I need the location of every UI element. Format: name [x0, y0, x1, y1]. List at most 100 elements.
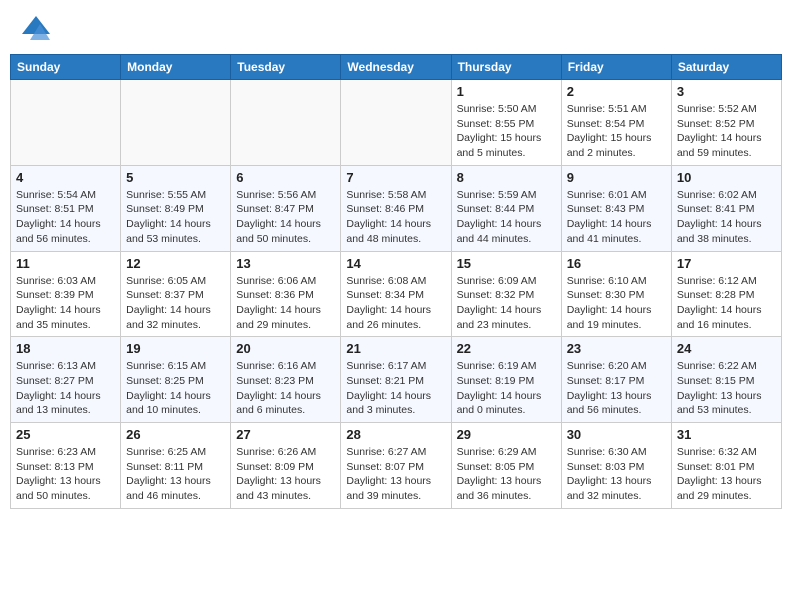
day-info: Sunrise: 6:17 AM Sunset: 8:21 PM Dayligh… [346, 359, 445, 418]
day-number: 23 [567, 341, 666, 356]
day-info: Sunrise: 6:32 AM Sunset: 8:01 PM Dayligh… [677, 445, 776, 504]
empty-day [341, 80, 451, 166]
calendar-day-25: 25 Sunrise: 6:23 AM Sunset: 8:13 PM Dayli… [11, 423, 121, 509]
day-info: Sunrise: 6:16 AM Sunset: 8:23 PM Dayligh… [236, 359, 335, 418]
calendar-day-23: 23Sunrise: 6:20 AM Sunset: 8:17 PM Dayli… [561, 337, 671, 423]
calendar-day-21: 21 Sunrise: 6:17 AM Sunset: 8:21 PM Dayli… [341, 337, 451, 423]
empty-day [121, 80, 231, 166]
day-info: Sunrise: 6:25 AM Sunset: 8:11 PM Dayligh… [126, 445, 225, 504]
day-number: 7 [346, 170, 445, 185]
day-number: 30 [567, 427, 666, 442]
calendar-day-6: 6 Sunrise: 5:56 AM Sunset: 8:47 PM Daylig… [231, 165, 341, 251]
calendar-day-13: 13 Sunrise: 6:06 AM Sunset: 8:36 PM Dayli… [231, 251, 341, 337]
calendar-header-row: SundayMondayTuesdayWednesdayThursdayFrid… [11, 55, 782, 80]
day-info: Sunrise: 5:51 AM Sunset: 8:54 PM Dayligh… [567, 102, 666, 161]
calendar-day-28: 28Sunrise: 6:27 AM Sunset: 8:07 PM Dayli… [341, 423, 451, 509]
day-header-tuesday: Tuesday [231, 55, 341, 80]
day-info: Sunrise: 6:13 AM Sunset: 8:27 PM Dayligh… [16, 359, 115, 418]
day-info: Sunrise: 6:22 AM Sunset: 8:15 PM Dayligh… [677, 359, 776, 418]
day-number: 2 [567, 84, 666, 99]
day-number: 19 [126, 341, 225, 356]
calendar-day-16: 16 Sunrise: 6:10 AM Sunset: 8:30 PM Dayli… [561, 251, 671, 337]
day-number: 26 [126, 427, 225, 442]
day-info: Sunrise: 5:56 AM Sunset: 8:47 PM Dayligh… [236, 188, 335, 247]
day-header-wednesday: Wednesday [341, 55, 451, 80]
calendar-day-11: 11 Sunrise: 6:03 AM Sunset: 8:39 PM Dayli… [11, 251, 121, 337]
day-info: Sunrise: 6:23 AM Sunset: 8:13 PM Dayligh… [16, 445, 115, 504]
calendar-day-31: 31 Sunrise: 6:32 AM Sunset: 8:01 PM Dayli… [671, 423, 781, 509]
calendar-day-15: 15Sunrise: 6:09 AM Sunset: 8:32 PM Dayli… [451, 251, 561, 337]
calendar-week-1: 1 Sunrise: 5:50 AM Sunset: 8:55 PM Daylig… [11, 80, 782, 166]
day-number: 24 [677, 341, 776, 356]
day-number: 14 [346, 256, 445, 271]
calendar-week-3: 11 Sunrise: 6:03 AM Sunset: 8:39 PM Dayli… [11, 251, 782, 337]
day-number: 21 [346, 341, 445, 356]
day-info: Sunrise: 6:26 AM Sunset: 8:09 PM Dayligh… [236, 445, 335, 504]
day-header-monday: Monday [121, 55, 231, 80]
calendar-day-19: 19 Sunrise: 6:15 AM Sunset: 8:25 PM Dayli… [121, 337, 231, 423]
day-number: 9 [567, 170, 666, 185]
calendar-day-17: 17 Sunrise: 6:12 AM Sunset: 8:28 PM Dayli… [671, 251, 781, 337]
day-number: 1 [457, 84, 556, 99]
day-info: Sunrise: 6:10 AM Sunset: 8:30 PM Dayligh… [567, 274, 666, 333]
calendar-day-3: 3 Sunrise: 5:52 AM Sunset: 8:52 PM Daylig… [671, 80, 781, 166]
day-number: 17 [677, 256, 776, 271]
calendar-day-27: 27 Sunrise: 6:26 AM Sunset: 8:09 PM Dayli… [231, 423, 341, 509]
calendar-day-7: 7 Sunrise: 5:58 AM Sunset: 8:46 PM Daylig… [341, 165, 451, 251]
day-info: Sunrise: 6:27 AM Sunset: 8:07 PM Dayligh… [346, 445, 445, 504]
calendar-day-18: 18 Sunrise: 6:13 AM Sunset: 8:27 PM Dayli… [11, 337, 121, 423]
day-info: Sunrise: 6:12 AM Sunset: 8:28 PM Dayligh… [677, 274, 776, 333]
day-info: Sunrise: 5:52 AM Sunset: 8:52 PM Dayligh… [677, 102, 776, 161]
day-header-saturday: Saturday [671, 55, 781, 80]
day-info: Sunrise: 6:15 AM Sunset: 8:25 PM Dayligh… [126, 359, 225, 418]
calendar-table: SundayMondayTuesdayWednesdayThursdayFrid… [10, 54, 782, 509]
day-info: Sunrise: 5:59 AM Sunset: 8:44 PM Dayligh… [457, 188, 556, 247]
day-number: 16 [567, 256, 666, 271]
day-number: 3 [677, 84, 776, 99]
calendar-day-4: 4 Sunrise: 5:54 AM Sunset: 8:51 PM Daylig… [11, 165, 121, 251]
page-header [10, 10, 782, 46]
day-info: Sunrise: 5:55 AM Sunset: 8:49 PM Dayligh… [126, 188, 225, 247]
day-number: 10 [677, 170, 776, 185]
calendar-week-2: 4 Sunrise: 5:54 AM Sunset: 8:51 PM Daylig… [11, 165, 782, 251]
day-number: 27 [236, 427, 335, 442]
day-info: Sunrise: 6:29 AM Sunset: 8:05 PM Dayligh… [457, 445, 556, 504]
day-info: Sunrise: 6:30 AM Sunset: 8:03 PM Dayligh… [567, 445, 666, 504]
day-number: 6 [236, 170, 335, 185]
calendar-day-24: 24 Sunrise: 6:22 AM Sunset: 8:15 PM Dayli… [671, 337, 781, 423]
day-number: 20 [236, 341, 335, 356]
logo [18, 14, 52, 42]
day-info: Sunrise: 5:58 AM Sunset: 8:46 PM Dayligh… [346, 188, 445, 247]
day-number: 31 [677, 427, 776, 442]
day-header-sunday: Sunday [11, 55, 121, 80]
day-info: Sunrise: 6:03 AM Sunset: 8:39 PM Dayligh… [16, 274, 115, 333]
empty-day [11, 80, 121, 166]
logo-icon [20, 14, 52, 42]
calendar-day-12: 12Sunrise: 6:05 AM Sunset: 8:37 PM Dayli… [121, 251, 231, 337]
day-number: 18 [16, 341, 115, 356]
day-info: Sunrise: 6:19 AM Sunset: 8:19 PM Dayligh… [457, 359, 556, 418]
calendar-day-9: 9 Sunrise: 6:01 AM Sunset: 8:43 PM Daylig… [561, 165, 671, 251]
day-info: Sunrise: 6:06 AM Sunset: 8:36 PM Dayligh… [236, 274, 335, 333]
calendar-day-14: 14 Sunrise: 6:08 AM Sunset: 8:34 PM Dayli… [341, 251, 451, 337]
day-info: Sunrise: 6:01 AM Sunset: 8:43 PM Dayligh… [567, 188, 666, 247]
day-number: 4 [16, 170, 115, 185]
calendar-day-1: 1 Sunrise: 5:50 AM Sunset: 8:55 PM Daylig… [451, 80, 561, 166]
day-number: 22 [457, 341, 556, 356]
day-info: Sunrise: 6:08 AM Sunset: 8:34 PM Dayligh… [346, 274, 445, 333]
day-number: 11 [16, 256, 115, 271]
day-number: 25 [16, 427, 115, 442]
calendar-week-4: 18 Sunrise: 6:13 AM Sunset: 8:27 PM Dayli… [11, 337, 782, 423]
day-header-thursday: Thursday [451, 55, 561, 80]
day-info: Sunrise: 5:50 AM Sunset: 8:55 PM Dayligh… [457, 102, 556, 161]
calendar-day-2: 2 Sunrise: 5:51 AM Sunset: 8:54 PM Daylig… [561, 80, 671, 166]
calendar-day-26: 26 Sunrise: 6:25 AM Sunset: 8:11 PM Dayli… [121, 423, 231, 509]
day-number: 12 [126, 256, 225, 271]
empty-day [231, 80, 341, 166]
day-number: 15 [457, 256, 556, 271]
calendar-day-22: 22 Sunrise: 6:19 AM Sunset: 8:19 PM Dayli… [451, 337, 561, 423]
day-info: Sunrise: 5:54 AM Sunset: 8:51 PM Dayligh… [16, 188, 115, 247]
day-header-friday: Friday [561, 55, 671, 80]
calendar-day-29: 29Sunrise: 6:29 AM Sunset: 8:05 PM Dayli… [451, 423, 561, 509]
day-number: 13 [236, 256, 335, 271]
